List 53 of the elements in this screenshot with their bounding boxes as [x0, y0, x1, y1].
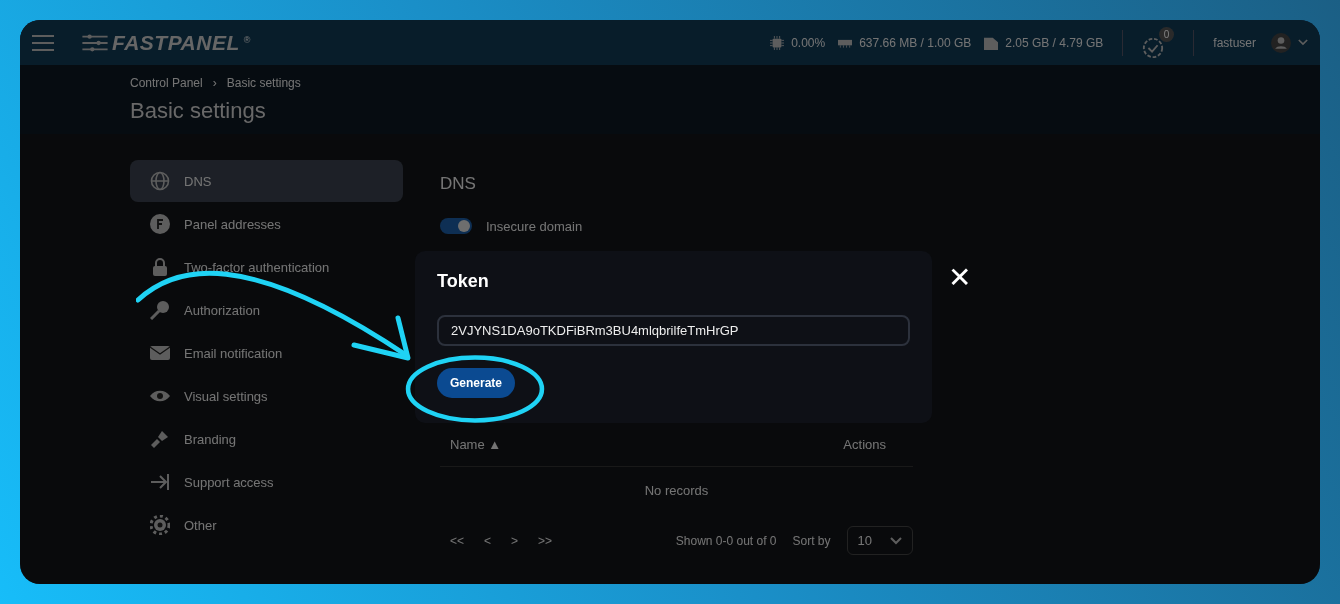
letter-icon — [150, 214, 170, 234]
sidebar-item[interactable]: Authorization — [130, 289, 403, 331]
section-title: DNS — [440, 174, 477, 194]
lock-icon — [150, 257, 170, 277]
logo-text: FASTPANEL — [112, 30, 240, 55]
menu-icon[interactable] — [32, 34, 54, 51]
page-size-select[interactable]: 10 — [846, 526, 913, 555]
sidebar-item[interactable]: Branding — [130, 418, 403, 460]
gear-icon — [150, 515, 170, 535]
sidebar-item[interactable]: Support access — [130, 461, 403, 503]
pager-button[interactable]: > — [511, 533, 519, 548]
stat-value: 0.00% — [791, 35, 826, 50]
toggle-switch[interactable] — [440, 218, 472, 234]
empty-message: No records — [643, 482, 710, 500]
breadcrumb-link[interactable]: Basic settings — [226, 76, 301, 90]
arrow-icon — [150, 472, 170, 492]
breadcrumb-link[interactable]: Control Panel — [130, 76, 203, 90]
sidebar-item[interactable]: Other — [130, 504, 403, 546]
tasks-button[interactable]: 0 — [1142, 26, 1175, 59]
generate-button[interactable]: Generate — [437, 368, 516, 398]
sidebar-item[interactable]: DNS — [130, 160, 403, 202]
close-button[interactable]: ✕ — [948, 263, 972, 293]
stat-value: 2.05 GB / 4.79 GB — [1005, 35, 1104, 50]
column-header[interactable]: Name ▲ — [450, 437, 502, 452]
key-icon — [150, 300, 170, 320]
toggle-label: Insecure domain — [486, 218, 583, 234]
brush-icon — [150, 429, 170, 449]
count-badge: 0 — [1158, 26, 1175, 42]
sidebar-item[interactable]: Email notification — [130, 332, 403, 374]
chevron-down-icon — [890, 536, 902, 545]
token-field[interactable]: 2VJYNS1DA9oTKDFiBRm3BU4mlqbrilfeTmHrGP — [437, 315, 910, 346]
sliders-icon — [82, 33, 108, 52]
pager-button[interactable]: >> — [538, 533, 553, 548]
breadcrumb-separator: › — [212, 76, 217, 90]
cpu-icon — [770, 35, 785, 50]
sort-label: Sort by — [792, 533, 831, 548]
pager-button[interactable]: << — [450, 533, 464, 548]
sidebar-item[interactable]: Visual settings — [130, 375, 403, 417]
column-header[interactable]: Actions — [843, 437, 886, 452]
sidebar-item[interactable]: Panel addresses — [130, 203, 403, 245]
sidebar-item[interactable]: Two-factor authentication — [130, 246, 403, 288]
page-title: Basic settings — [130, 98, 267, 124]
pager-button[interactable]: < — [484, 533, 492, 548]
globe-icon — [150, 171, 170, 191]
shown-count: Shown 0-0 out of 0 — [675, 533, 777, 548]
envelope-icon — [150, 343, 170, 363]
stat-value: 637.66 MB / 1.00 GB — [859, 35, 972, 50]
dialog-title: Token — [437, 271, 490, 292]
check-circle-icon — [1142, 36, 1165, 59]
user-name[interactable]: fastuser — [1213, 35, 1256, 50]
registered-mark: ® — [243, 34, 251, 45]
avatar-icon[interactable] — [1271, 32, 1291, 53]
chevron-down-icon[interactable] — [1298, 39, 1308, 46]
